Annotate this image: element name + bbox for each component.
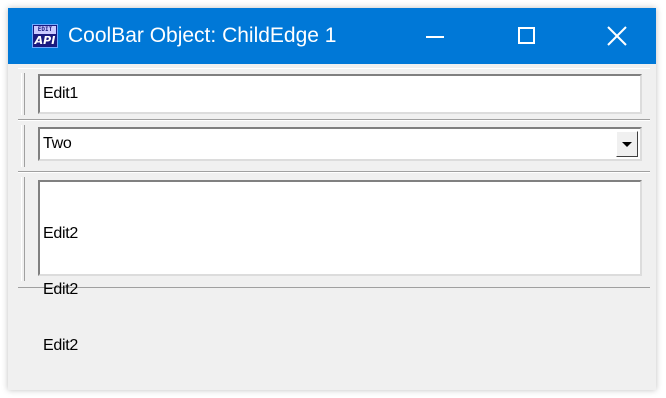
app-icon-bottom-text: API <box>34 34 56 47</box>
edit1-field[interactable]: Edit1 <box>38 74 642 114</box>
band-gripper[interactable] <box>21 73 25 115</box>
band-gripper[interactable] <box>21 125 25 167</box>
edit2-multiline-field[interactable]: Edit2 Edit2 Edit2 <box>38 180 642 354</box>
edit2-line: Edit2 <box>43 337 78 354</box>
main-window: EDIT API CoolBar Object: ChildEdge 1 Edi… <box>8 8 656 390</box>
close-icon <box>607 26 627 46</box>
maximize-button[interactable] <box>486 8 568 64</box>
title-bar[interactable]: EDIT API CoolBar Object: ChildEdge 1 <box>8 8 656 64</box>
coolbar-band-combobox: Two <box>18 120 650 172</box>
dropdown-arrow-icon <box>622 142 632 147</box>
band-gripper[interactable] <box>21 177 25 281</box>
maximize-icon <box>518 27 535 44</box>
edit2-line: Edit2 <box>43 281 78 298</box>
combobox-dropdown-button[interactable] <box>616 131 638 157</box>
edit2-lines: Edit2 Edit2 Edit2 <box>43 188 84 392</box>
combobox[interactable]: Two <box>38 127 642 161</box>
edit2-line: Edit2 <box>43 225 78 242</box>
coolbar-band-edit: Edit1 <box>18 68 650 120</box>
coolbar-band-multiline: Edit2 Edit2 Edit2 <box>18 172 650 354</box>
app-icon[interactable]: EDIT API <box>32 24 58 48</box>
window-title: CoolBar Object: ChildEdge 1 <box>68 24 337 47</box>
coolbar: Edit1 Two Edit2 Edit2 Edit2 <box>18 68 650 354</box>
edit1-value: Edit1 <box>43 85 78 102</box>
combobox-selected-value: Two <box>43 135 72 152</box>
minimize-icon <box>426 36 444 38</box>
minimize-button[interactable] <box>394 8 476 64</box>
close-button[interactable] <box>576 8 658 64</box>
app-icon-top-text: EDIT <box>34 26 56 34</box>
